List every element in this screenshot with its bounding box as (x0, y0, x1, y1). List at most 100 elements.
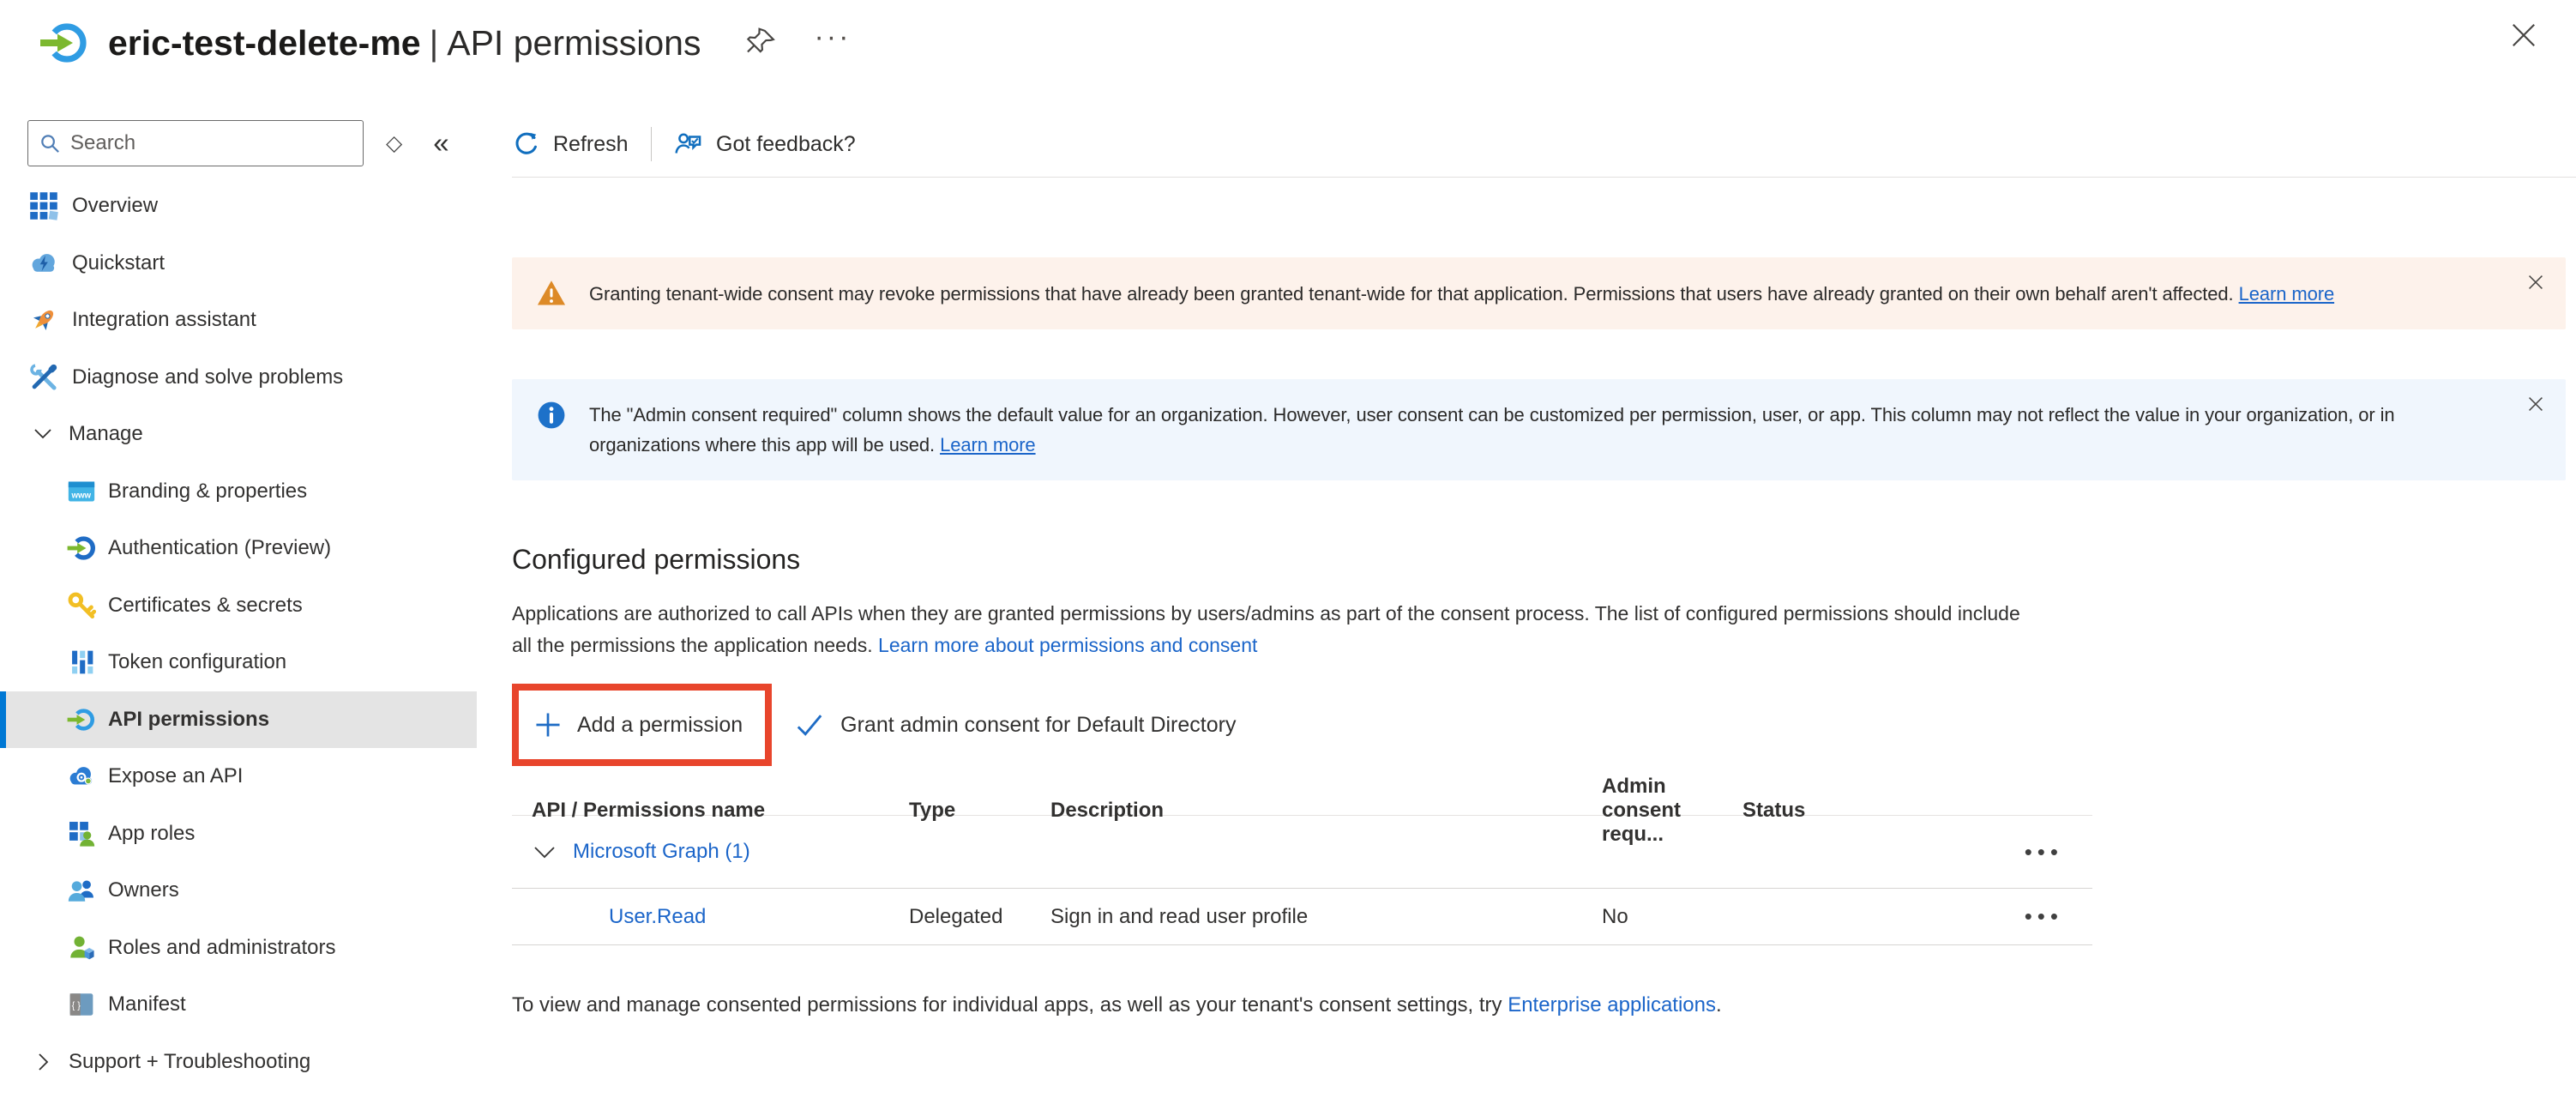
grant-admin-consent-label: Grant admin consent for Default Director… (840, 713, 1236, 738)
section-heading: Configured permissions (512, 544, 2566, 576)
sidebar-item-owners[interactable]: Owners (0, 862, 477, 920)
refresh-label: Refresh (553, 132, 629, 157)
api-permissions-icon (39, 19, 87, 67)
table-header-row: API / Permissions name Type Description … (512, 775, 2092, 816)
svg-text:{ }: { } (72, 1001, 81, 1011)
sidebar-item-label: Quickstart (72, 251, 165, 275)
sidebar-group-support-troubleshooting[interactable]: Support + Troubleshooting (0, 1034, 477, 1091)
sidebar-item-label: Authentication (Preview) (108, 536, 331, 560)
sidebar-item-overview[interactable]: Overview (0, 178, 477, 235)
sidebar-item-authentication[interactable]: Authentication (Preview) (0, 520, 477, 577)
collapse-menu-icon[interactable]: « (433, 127, 448, 160)
sidebar-item-branding[interactable]: www Branding & properties (0, 463, 477, 521)
col-header-api-permissions-name: API / Permissions name (532, 799, 909, 823)
app-name: eric-test-delete-me (108, 23, 421, 63)
expose-api-cloud-icon (67, 762, 96, 791)
manifest-icon: { } (67, 990, 96, 1019)
info-circle-icon (536, 400, 567, 431)
sidebar-item-label: Owners (108, 878, 179, 902)
owners-icon (67, 876, 96, 905)
col-header-admin-consent: Admin consent requ... (1602, 775, 1742, 847)
permission-link[interactable]: User.Read (609, 905, 706, 928)
sidebar-item-label: API permissions (108, 708, 269, 732)
feedback-icon (674, 130, 703, 159)
banner-close-icon[interactable] (2525, 393, 2547, 415)
sidebar-group-manage[interactable]: Manage (0, 406, 477, 463)
table-row: Microsoft Graph (1) ••• (512, 816, 2092, 889)
sidebar: ◇ « Overview (0, 86, 477, 1098)
key-icon (67, 591, 96, 620)
sidebar-item-diagnose[interactable]: Diagnose and solve problems (0, 349, 477, 407)
ellipsis-icon[interactable]: ··· (814, 28, 851, 57)
sidebar-item-label: Integration assistant (72, 308, 256, 332)
plus-icon (534, 711, 562, 739)
table-row: User.Read Delegated Sign in and read use… (512, 889, 2092, 945)
add-permission-button[interactable]: Add a permission (519, 691, 765, 759)
permission-description: Sign in and read user profile (1050, 905, 1602, 929)
svg-text:www: www (70, 491, 91, 500)
checkmark-icon (794, 709, 825, 740)
permissions-consent-learn-more-link[interactable]: Learn more about permissions and consent (878, 634, 1257, 656)
close-icon[interactable] (2507, 19, 2540, 51)
warning-learn-more-link[interactable]: Learn more (2239, 283, 2335, 305)
sidebar-group-label: Manage (69, 422, 143, 446)
info-banner-text: The "Admin consent required" column show… (589, 400, 2471, 460)
api-group-link[interactable]: Microsoft Graph (1) (573, 840, 750, 864)
chevron-down-icon[interactable] (532, 839, 557, 865)
sidebar-item-label: Expose an API (108, 764, 243, 788)
sidebar-item-app-roles[interactable]: App roles (0, 805, 477, 863)
row-menu-icon[interactable]: ••• (2025, 839, 2092, 866)
sidebar-item-label: Diagnose and solve problems (72, 365, 343, 389)
quickstart-cloud-icon (29, 249, 58, 278)
row-menu-icon[interactable]: ••• (2025, 903, 2092, 930)
highlight-box: Add a permission (512, 684, 772, 766)
sidebar-item-manifest[interactable]: { } Manifest (0, 976, 477, 1034)
browser-icon: www (67, 477, 96, 506)
toolbar-rule (512, 177, 2576, 178)
enterprise-applications-link[interactable]: Enterprise applications (1508, 993, 1716, 1017)
sidebar-item-label: Manifest (108, 992, 186, 1017)
command-bar: Refresh Got feedback? (512, 122, 2566, 166)
chevron-down-icon (33, 424, 53, 444)
sidebar-item-expose-an-api[interactable]: Expose an API (0, 748, 477, 805)
col-header-description: Description (1050, 799, 1602, 823)
feedback-button[interactable]: Got feedback? (674, 130, 856, 159)
permission-admin-consent: No (1602, 905, 1742, 929)
warning-triangle-icon (536, 278, 567, 309)
search-input[interactable] (70, 131, 352, 155)
sidebar-item-roles-and-administrators[interactable]: Roles and administrators (0, 920, 477, 977)
info-learn-more-link[interactable]: Learn more (940, 434, 1036, 455)
search-icon (39, 132, 62, 155)
grant-admin-consent-button[interactable]: Grant admin consent for Default Director… (794, 709, 1236, 740)
add-permission-label: Add a permission (577, 713, 743, 738)
col-header-type: Type (909, 799, 1050, 823)
search-input-wrap (27, 120, 364, 166)
token-bars-icon (67, 648, 96, 677)
sidebar-item-api-permissions[interactable]: API permissions (0, 691, 477, 749)
authentication-icon (67, 534, 96, 563)
chevron-right-icon (33, 1052, 53, 1072)
blade-header: eric-test-delete-me|API permissions ··· (0, 0, 2576, 86)
page-title: eric-test-delete-me|API permissions (108, 23, 701, 63)
main-content: Refresh Got feedback? (477, 86, 2576, 1098)
banner-close-icon[interactable] (2525, 271, 2547, 293)
app-roles-icon (67, 819, 96, 848)
roles-admins-icon (67, 933, 96, 962)
sidebar-item-label: Roles and administrators (108, 936, 335, 960)
api-permissions-icon (67, 705, 96, 734)
refresh-button[interactable]: Refresh (512, 130, 629, 159)
pin-icon[interactable] (745, 27, 778, 59)
sidebar-item-integration-assistant[interactable]: Integration assistant (0, 292, 477, 349)
resize-handle-icon[interactable]: ◇ (386, 130, 402, 156)
col-header-status: Status (1742, 799, 1854, 823)
footer-note: To view and manage consented permissions… (512, 993, 2566, 1017)
sidebar-item-quickstart[interactable]: Quickstart (0, 235, 477, 293)
sidebar-item-certificates[interactable]: Certificates & secrets (0, 577, 477, 635)
sidebar-item-token-configuration[interactable]: Token configuration (0, 634, 477, 691)
section-description: Applications are authorized to call APIs… (512, 598, 2038, 661)
warning-banner-text: Granting tenant-wide consent may revoke … (589, 279, 2334, 309)
permissions-table: API / Permissions name Type Description … (512, 775, 2092, 945)
info-banner: The "Admin consent required" column show… (512, 379, 2566, 480)
sidebar-group-label: Support + Troubleshooting (69, 1050, 310, 1074)
warning-banner: Granting tenant-wide consent may revoke … (512, 257, 2566, 329)
